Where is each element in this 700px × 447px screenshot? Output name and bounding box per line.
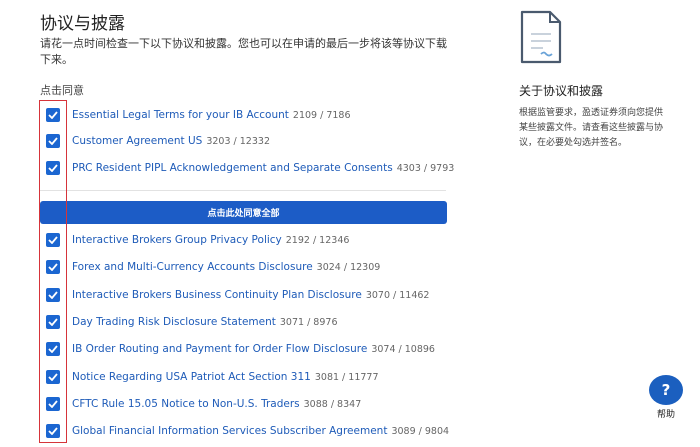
click-to-agree-label: 点击同意 (40, 84, 84, 97)
help-button[interactable]: ? 帮助 (646, 375, 686, 420)
agreement-row: Forex and Multi-Currency Accounts Disclo… (46, 258, 380, 276)
agreement-row: PRC Resident PIPL Acknowledgement and Se… (46, 159, 454, 177)
agreement-code: 3088 / 8347 (303, 399, 362, 410)
agreement-row: Essential Legal Terms for your IB Accoun… (46, 106, 351, 124)
checkbox-highlight-box (39, 100, 67, 443)
agreement-row: Interactive Brokers Business Continuity … (46, 286, 429, 304)
agreement-code: 2109 / 7186 (292, 110, 351, 121)
agreement-link[interactable]: Notice Regarding USA Patriot Act Section… (72, 371, 311, 383)
agreement-link[interactable]: PRC Resident PIPL Acknowledgement and Se… (72, 162, 393, 174)
agreement-code: 3074 / 10896 (371, 344, 435, 355)
agreement-row: Interactive Brokers Group Privacy Policy… (46, 231, 349, 249)
agreement-code: 2192 / 12346 (285, 235, 350, 246)
agreement-link[interactable]: IB Order Routing and Payment for Order F… (72, 343, 367, 355)
agreement-code: 3203 / 12332 (206, 136, 270, 147)
agreement-code: 3070 / 11462 (365, 290, 430, 301)
agreement-link[interactable]: Interactive Brokers Business Continuity … (72, 289, 362, 301)
agreement-row: Day Trading Risk Disclosure Statement 307… (46, 313, 337, 331)
agreement-link[interactable]: Customer Agreement US (72, 135, 202, 147)
agree-all-button[interactable]: 点击此处同意全部 (40, 201, 447, 224)
agreement-link[interactable]: Day Trading Risk Disclosure Statement (72, 316, 276, 328)
page-title: 协议与披露 (40, 14, 125, 34)
agreement-code: 3081 / 11777 (314, 372, 379, 383)
agreement-link[interactable]: CFTC Rule 15.05 Notice to Non-U.S. Trade… (72, 398, 300, 410)
agreement-row: Global Financial Information Services Su… (46, 422, 449, 440)
divider (40, 190, 446, 191)
agreement-code: 4303 / 9793 (396, 163, 455, 174)
document-icon (519, 10, 563, 68)
agreement-code: 3071 / 8976 (279, 317, 338, 328)
agreement-code: 3024 / 12309 (316, 262, 381, 273)
agreement-link[interactable]: Global Financial Information Services Su… (72, 425, 387, 437)
sidebar-text: 根据监管要求，盈透证券须向您提供某些披露文件。请查看这些披露与协议，在必要处勾选… (519, 108, 664, 148)
agreement-row: Customer Agreement US 3203 / 12332 (46, 132, 270, 150)
question-bubble-icon: ? (649, 375, 683, 405)
agreement-link[interactable]: Essential Legal Terms for your IB Accoun… (72, 109, 289, 121)
agreement-row: Notice Regarding USA Patriot Act Section… (46, 368, 379, 386)
help-label: 帮助 (656, 410, 675, 420)
agreement-link[interactable]: Forex and Multi-Currency Accounts Disclo… (72, 261, 313, 273)
agreement-row: IB Order Routing and Payment for Order F… (46, 340, 435, 358)
agreement-link[interactable]: Interactive Brokers Group Privacy Policy (72, 234, 282, 246)
intro-text: 请花一点时间检查一下以下协议和披露。您也可以在申请的最后一步将该等协议下载下来。 (40, 37, 447, 66)
sidebar-title: 关于协议和披露 (519, 84, 604, 98)
agreement-code: 3089 / 9804 (391, 426, 450, 437)
agreement-row: CFTC Rule 15.05 Notice to Non-U.S. Trade… (46, 395, 361, 413)
